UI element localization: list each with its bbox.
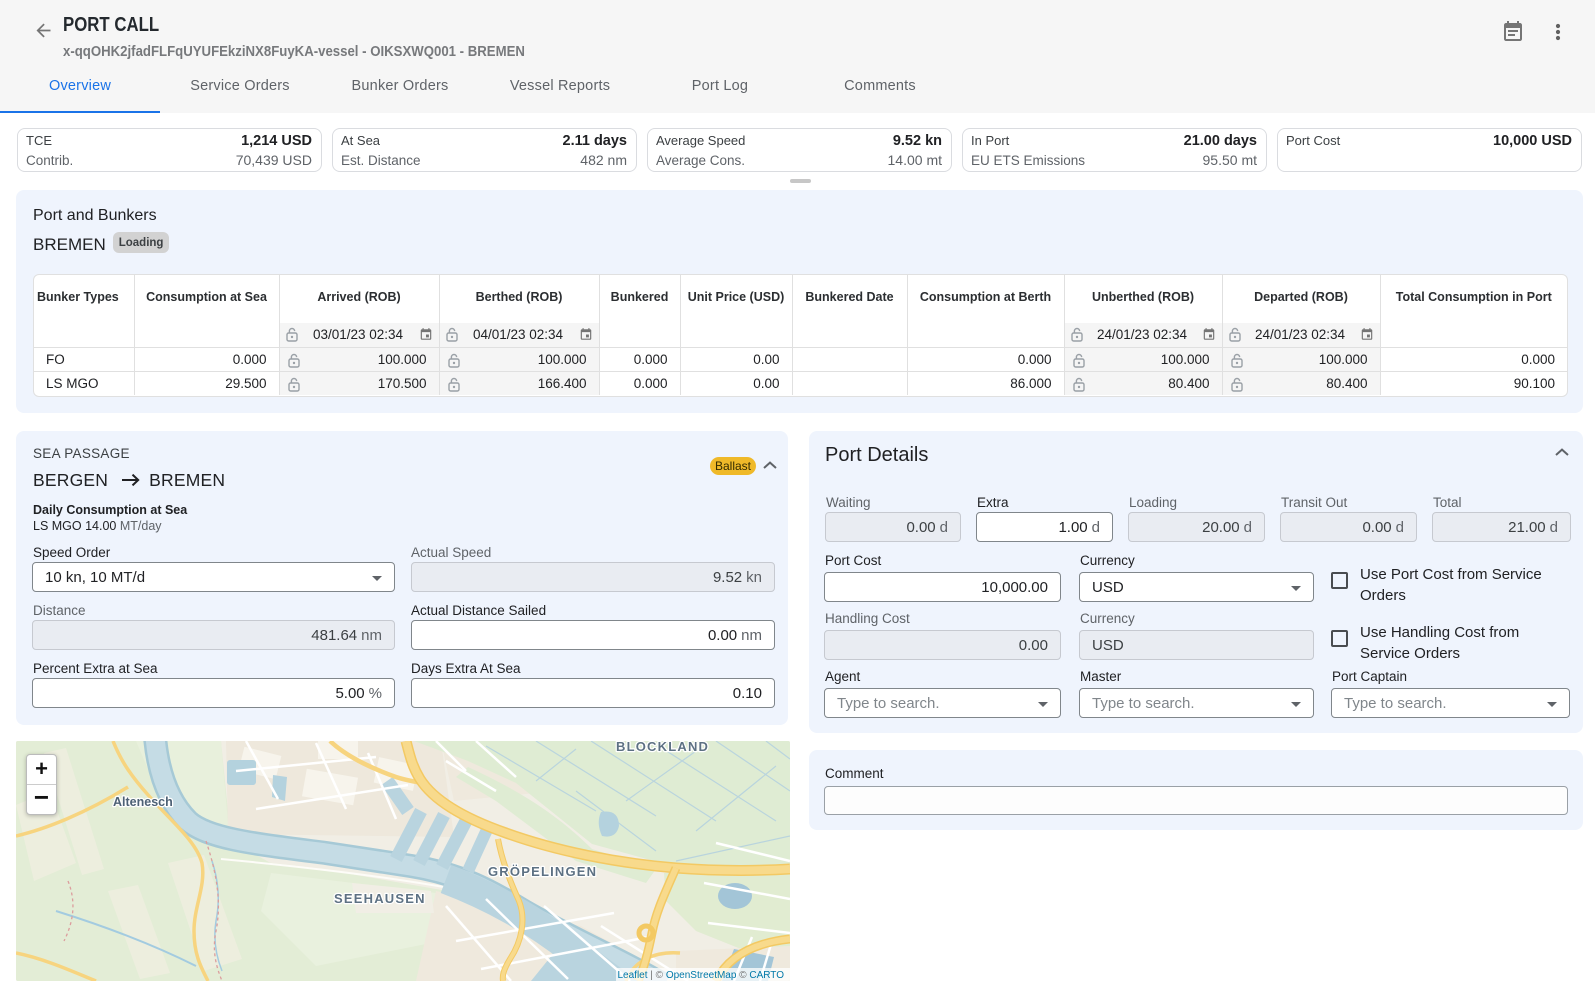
svg-text:Leaflet | © OpenStreetMap © CA: Leaflet | © OpenStreetMap © CARTO (617, 970, 784, 981)
svg-text:SEEHAUSEN: SEEHAUSEN (334, 891, 426, 906)
svg-text:BLOCKLAND: BLOCKLAND (616, 741, 709, 754)
svg-text:GRÖPELINGEN: GRÖPELINGEN (488, 864, 597, 879)
svg-text:Altenesch: Altenesch (113, 795, 173, 809)
